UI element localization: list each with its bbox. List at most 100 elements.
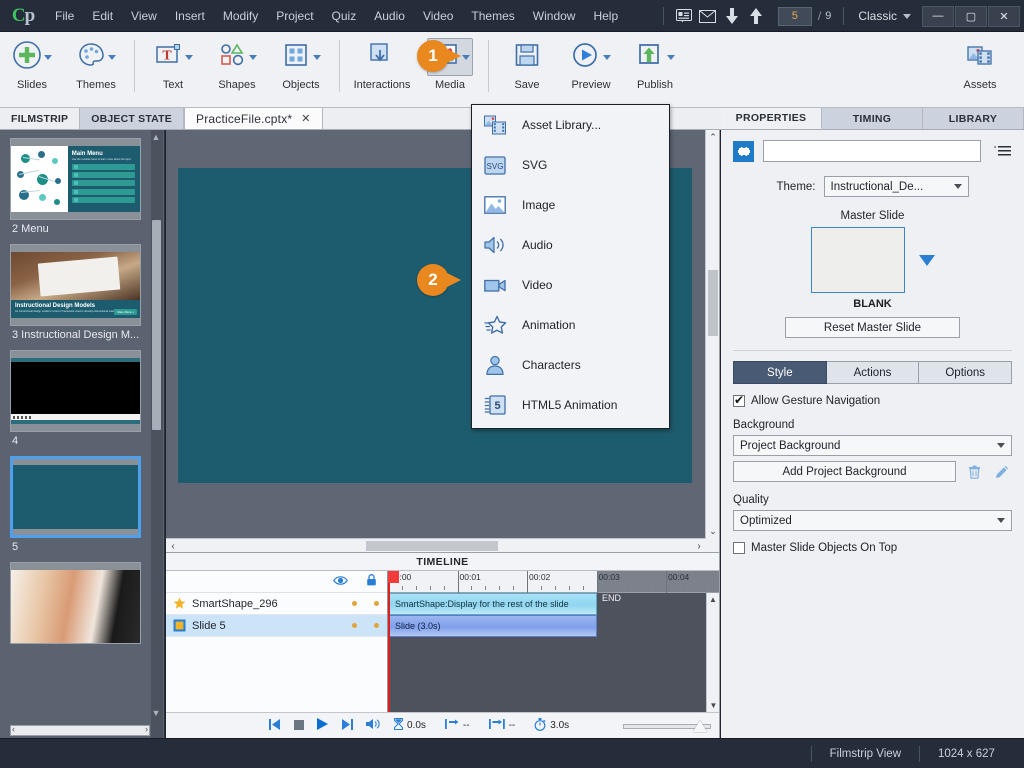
chevron-down-icon[interactable] (108, 54, 116, 60)
media-menu-item-svg[interactable]: SVG SVG (472, 145, 669, 185)
ribbon-button-assets[interactable]: Assets (948, 32, 1012, 104)
playhead[interactable] (388, 571, 399, 712)
chevron-down-icon[interactable] (313, 54, 321, 60)
timeline-vertical-scrollbar[interactable]: ▲ ▼ (706, 593, 719, 712)
menu-item-audio[interactable]: Audio (365, 0, 414, 32)
workspace-selector[interactable]: Classic (858, 9, 911, 23)
visibility-toggle[interactable] (343, 601, 365, 606)
ribbon-button-slides[interactable]: Slides (0, 32, 64, 104)
media-menu-item-asset-library[interactable]: Asset Library... (472, 105, 669, 145)
tab-filmstrip[interactable]: FILMSTRIP (0, 108, 81, 129)
menu-item-video[interactable]: Video (414, 0, 462, 32)
background-select[interactable]: Project Background (733, 435, 1012, 456)
properties-segment-actions[interactable]: Actions (826, 361, 920, 384)
slide-thumbnail[interactable] (10, 456, 141, 538)
media-menu-item-image[interactable]: Image (472, 185, 669, 225)
chevron-down-icon[interactable] (249, 54, 257, 60)
chevron-down-icon[interactable] (462, 54, 470, 60)
menu-item-project[interactable]: Project (267, 0, 322, 32)
chevron-down-icon[interactable] (44, 54, 52, 60)
slide-thumbnail[interactable]: Instructional Design Models An instructio… (10, 244, 141, 326)
timeline-tracks[interactable]: 00:00 00:01 00:02 00:03 00:04 SmartShape:Dis… (388, 571, 719, 712)
minimize-button[interactable]: — (922, 5, 954, 27)
master-slide-dropdown-icon[interactable] (918, 254, 935, 266)
chevron-down-icon[interactable] (603, 54, 611, 60)
scroll-down-icon[interactable]: ▼ (151, 708, 161, 718)
menu-item-window[interactable]: Window (524, 0, 585, 32)
lock-icon[interactable] (366, 573, 377, 591)
scroll-right-icon[interactable]: › (145, 724, 148, 734)
properties-tab-library[interactable]: LIBRARY (923, 108, 1024, 129)
add-project-background-button[interactable]: Add Project Background (733, 461, 956, 482)
filmstrip-slide-5[interactable] (10, 562, 150, 644)
menu-item-edit[interactable]: Edit (83, 0, 122, 32)
chevron-down-icon[interactable] (667, 54, 675, 60)
scroll-left-icon[interactable]: ‹ (12, 724, 15, 734)
lock-toggle[interactable] (365, 623, 387, 628)
properties-tab-properties[interactable]: PROPERTIES (721, 108, 822, 129)
playhead-handle[interactable] (388, 571, 399, 583)
menu-item-help[interactable]: Help (584, 0, 627, 32)
ribbon-button-interactions[interactable]: Interactions (346, 32, 418, 104)
menu-item-file[interactable]: File (46, 0, 83, 32)
trash-icon[interactable] (964, 465, 984, 479)
upload-arrow-icon[interactable] (744, 4, 768, 28)
close-icon[interactable]: ✕ (301, 112, 310, 125)
menu-item-quiz[interactable]: Quiz (323, 0, 366, 32)
scroll-up-icon[interactable]: ⌃ (706, 130, 720, 144)
menu-item-view[interactable]: View (122, 0, 166, 32)
object-name-input[interactable] (763, 140, 981, 162)
filmstrip-slide-2[interactable]: Instructional Design Models An instructio… (10, 244, 150, 341)
master-slide-thumbnail[interactable] (810, 227, 905, 293)
media-menu-item-html5-animation[interactable]: 5 HTML5 Animation (472, 385, 669, 425)
media-menu-item-characters[interactable]: Characters (472, 345, 669, 385)
scroll-down-icon[interactable]: ⌄ (706, 524, 720, 538)
email-icon[interactable] (696, 4, 720, 28)
timeline-row-slide-5[interactable]: Slide 5 (166, 615, 387, 637)
ribbon-button-save[interactable]: Save (495, 32, 559, 104)
timeline-zoom-slider[interactable] (623, 719, 711, 732)
skip-start-icon[interactable] (269, 717, 281, 735)
scrollbar-thumb[interactable] (366, 541, 498, 551)
master-objects-on-top-row[interactable]: Master Slide Objects On Top (733, 542, 1012, 554)
menu-item-insert[interactable]: Insert (166, 0, 214, 32)
allow-gesture-navigation-row[interactable]: Allow Gesture Navigation (733, 393, 1012, 407)
master-objects-on-top-checkbox[interactable] (733, 542, 745, 554)
stop-icon[interactable] (294, 717, 304, 735)
media-menu-item-audio[interactable]: Audio (472, 225, 669, 265)
filmstrip-scrollbar[interactable]: ▲ ▼ (151, 130, 163, 738)
filmstrip-slide-3[interactable]: 4 (10, 350, 150, 447)
eye-icon[interactable] (333, 573, 348, 591)
lock-toggle[interactable] (365, 601, 387, 606)
scroll-up-icon[interactable]: ▲ (151, 132, 161, 142)
ribbon-button-objects[interactable]: Objects (269, 32, 333, 104)
play-icon[interactable] (317, 717, 328, 735)
allow-gesture-navigation-checkbox[interactable] (733, 393, 745, 407)
canvas-vertical-scrollbar[interactable]: ⌃ ⌄ (705, 130, 719, 538)
timeline-bar-slide[interactable]: Slide (3.0s) (389, 615, 597, 637)
properties-segment-style[interactable]: Style (733, 361, 827, 384)
panel-menu-icon[interactable] (990, 145, 1012, 158)
ribbon-button-text[interactable]: T Text (141, 32, 205, 104)
slide-thumbnail[interactable]: Main Menu Use the module name to learn mo… (10, 138, 141, 220)
theme-select[interactable]: Instructional_De... (823, 176, 969, 197)
tab-object-state[interactable]: OBJECT STATE (80, 108, 184, 129)
download-arrow-icon[interactable] (720, 4, 744, 28)
scroll-down-icon[interactable]: ▼ (707, 699, 720, 712)
scroll-left-icon[interactable]: ‹ (166, 539, 180, 553)
maximize-button[interactable]: ▢ (955, 5, 987, 27)
chevron-down-icon[interactable] (185, 54, 193, 60)
quality-select[interactable]: Optimized (733, 510, 1012, 531)
media-menu-item-animation[interactable]: Animation (472, 305, 669, 345)
menu-item-themes[interactable]: Themes (462, 0, 523, 32)
canvas-horizontal-scrollbar[interactable]: ‹ › (166, 538, 706, 552)
current-slide-number[interactable]: 5 (777, 6, 812, 26)
scrollbar-thumb[interactable] (708, 270, 718, 336)
filmstrip-slide-4[interactable]: 5 (10, 456, 150, 553)
volume-icon[interactable] (366, 717, 380, 735)
slider-knob[interactable] (693, 719, 707, 732)
properties-tab-timing[interactable]: TIMING (822, 108, 923, 129)
filmstrip-slide-1[interactable]: Main Menu Use the module name to learn mo… (10, 138, 150, 235)
timeline-row-smartshape-296[interactable]: SmartShape_296 (166, 593, 387, 615)
tab-document-practicefile[interactable]: PracticeFile.cptx* ✕ (183, 108, 323, 129)
